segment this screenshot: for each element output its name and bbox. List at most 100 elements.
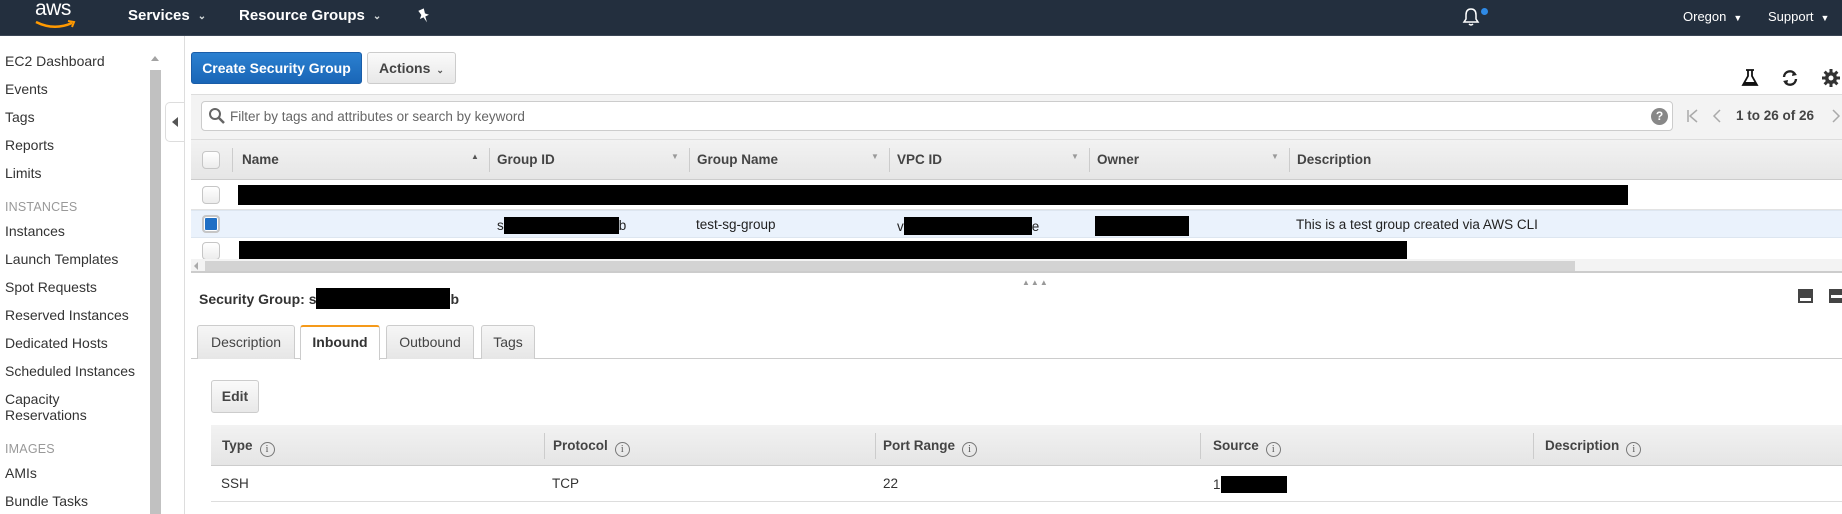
settings-gear-icon[interactable] [1821, 68, 1841, 88]
horizontal-scrollbar-thumb[interactable] [205, 261, 1575, 271]
sidebar-item-instances[interactable]: Instances [5, 223, 65, 239]
sidebar-item-bundle-tasks[interactable]: Bundle Tasks [5, 493, 88, 509]
aws-logo[interactable]: aws [32, 0, 78, 34]
collapse-sidebar-button[interactable] [165, 102, 185, 142]
column-header-group-id[interactable]: Group ID [497, 152, 555, 167]
column-divider[interactable] [1289, 148, 1290, 172]
pane-resize-handle[interactable]: ▲▲▲ [1022, 278, 1049, 287]
column-header-group-name[interactable]: Group Name [697, 152, 778, 167]
sidebar-item-tags[interactable]: Tags [5, 109, 35, 125]
actions-dropdown-button[interactable]: Actions ⌄ [367, 52, 456, 84]
chevron-down-icon: ▼ [1733, 13, 1743, 23]
scroll-left-arrow-icon[interactable] [194, 262, 198, 270]
security-groups-table-header: Name ▲ Group ID ▼ Group Name ▼ VPC ID ▼ … [191, 140, 1842, 180]
help-icon[interactable]: ? [1651, 108, 1668, 125]
pin-icon[interactable] [417, 8, 431, 24]
vpc-id-suffix: e [1031, 219, 1040, 234]
inbound-rules-table-header: Type i Protocol i Port Range i Source i Desc… [211, 425, 1842, 466]
support-label: Support [1768, 9, 1814, 24]
row-checkbox[interactable] [202, 242, 220, 260]
edit-rules-button[interactable]: Edit [211, 380, 259, 413]
pane-split-layout-icon[interactable] [1829, 289, 1842, 303]
sidebar-item-events[interactable]: Events [5, 81, 48, 97]
sidebar-item-dedicated-hosts[interactable]: Dedicated Hosts [5, 335, 108, 351]
sidebar-item-amis[interactable]: AMIs [5, 465, 37, 481]
sort-icon[interactable]: ▼ [871, 152, 879, 161]
column-divider [875, 433, 876, 459]
row-checkbox[interactable] [202, 186, 220, 204]
sidebar-item-capacity-reservations[interactable]: Capacity Reservations [5, 391, 105, 423]
tab-tags[interactable]: Tags [481, 325, 535, 359]
info-icon[interactable]: i [1626, 442, 1642, 457]
services-menu[interactable]: Services ⌄ [128, 7, 206, 24]
info-icon[interactable]: i [1265, 442, 1281, 457]
redacted-content [239, 241, 1407, 259]
scroll-up-arrow-icon[interactable] [151, 56, 159, 61]
column-divider[interactable] [889, 148, 890, 172]
support-menu[interactable]: Support ▼ [1768, 9, 1829, 24]
chevron-down-icon: ⌄ [197, 11, 207, 22]
sort-icon[interactable]: ▼ [1071, 152, 1079, 161]
sidebar-item-launch-templates[interactable]: Launch Templates [5, 251, 118, 267]
column-header-owner[interactable]: Owner [1097, 152, 1139, 167]
tab-inbound[interactable]: Inbound [300, 325, 380, 360]
flask-icon[interactable] [1740, 68, 1760, 88]
sidebar-item-reports[interactable]: Reports [5, 137, 54, 153]
table-row-selected[interactable]: sb test-sg-group ve This is a test group… [191, 210, 1842, 238]
sidebar-heading-images: IMAGES [5, 442, 55, 456]
column-divider[interactable] [489, 148, 490, 172]
security-group-title: Security Group: s b [199, 288, 459, 309]
aws-logo-text: aws [35, 0, 71, 20]
aws-smile-icon [35, 20, 76, 28]
rule-source: 1 [1213, 476, 1287, 493]
sort-icon[interactable]: ▼ [671, 152, 679, 161]
rule-protocol: TCP [552, 476, 579, 491]
first-page-icon[interactable] [1686, 109, 1700, 123]
sort-ascending-icon[interactable]: ▲ [471, 152, 479, 161]
info-icon[interactable]: i [259, 442, 275, 457]
notifications-bell-icon[interactable] [1462, 7, 1480, 27]
table-row[interactable] [191, 238, 1842, 260]
cell-vpc-id[interactable]: ve [897, 217, 1039, 235]
pane-bottom-layout-icon[interactable] [1798, 289, 1813, 303]
table-row[interactable] [191, 181, 1842, 210]
column-header-description[interactable]: Description [1297, 152, 1371, 167]
column-header-vpc-id[interactable]: VPC ID [897, 152, 942, 167]
search-icon [209, 108, 225, 124]
region-selector[interactable]: Oregon ▼ [1683, 9, 1742, 24]
sort-icon[interactable]: ▼ [1271, 152, 1279, 161]
port-range-label: Port Range [883, 438, 956, 453]
tab-description[interactable]: Description [197, 325, 295, 359]
tab-outbound[interactable]: Outbound [386, 325, 474, 359]
select-all-checkbox[interactable] [202, 151, 220, 169]
table-horizontal-scrollbar[interactable] [191, 259, 1842, 273]
sidebar-scrollbar-thumb[interactable] [150, 70, 161, 514]
filter-search-box[interactable]: ? [201, 101, 1673, 131]
row-checkbox-checked[interactable] [202, 215, 220, 233]
sidebar-heading-instances: INSTANCES [5, 200, 78, 214]
sidebar-item-reserved-instances[interactable]: Reserved Instances [5, 307, 129, 323]
description-label: Description [1545, 438, 1620, 453]
info-icon[interactable]: i [962, 442, 978, 457]
resource-groups-menu[interactable]: Resource Groups ⌄ [239, 7, 381, 24]
info-icon[interactable]: i [614, 442, 630, 457]
panel-divider [184, 36, 185, 514]
sidebar-item-spot-requests[interactable]: Spot Requests [5, 279, 97, 295]
sidebar-item-scheduled-instances[interactable]: Scheduled Instances [5, 363, 135, 379]
sidebar-item-ec2-dashboard[interactable]: EC2 Dashboard [5, 53, 105, 69]
create-security-group-button[interactable]: Create Security Group [191, 52, 362, 84]
column-header-name[interactable]: Name [242, 152, 279, 167]
sidebar-item-limits[interactable]: Limits [5, 165, 42, 181]
cell-group-name: test-sg-group [696, 217, 776, 232]
refresh-icon[interactable] [1780, 68, 1800, 88]
next-page-icon[interactable] [1831, 109, 1841, 123]
security-group-id-prefix: s [308, 291, 317, 307]
chevron-left-icon [172, 117, 178, 127]
filter-input[interactable] [230, 102, 1630, 130]
column-divider [232, 148, 233, 172]
source-label: Source [1213, 438, 1259, 453]
sidebar-scrollbar[interactable] [148, 50, 162, 514]
column-divider[interactable] [689, 148, 690, 172]
previous-page-icon[interactable] [1712, 109, 1722, 123]
column-divider[interactable] [1089, 148, 1090, 172]
